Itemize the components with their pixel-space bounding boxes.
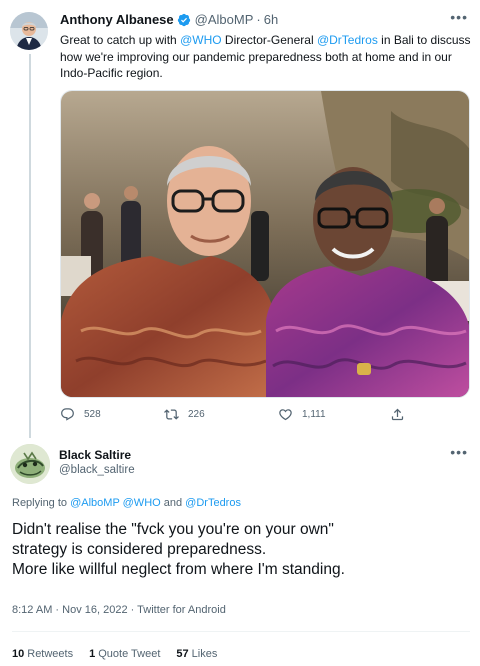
mention-link-drtedros[interactable]: @DrTedros bbox=[185, 497, 241, 509]
share-icon bbox=[391, 408, 404, 421]
author-name[interactable]: Anthony Albanese bbox=[60, 12, 174, 27]
tweet-metadata: 8:12 AM · Nov 16, 2022 · Twitter for And… bbox=[12, 604, 226, 616]
like-count: 1,111 bbox=[302, 409, 326, 420]
author-handle[interactable]: @black_saltire bbox=[59, 464, 135, 476]
tweet-timestamp[interactable]: 6h bbox=[264, 12, 278, 27]
replying-to-line: Replying to @AlboMP @WHO and @DrTedros bbox=[12, 497, 241, 509]
likes-stat[interactable]: 57 Likes bbox=[176, 648, 217, 660]
avatar[interactable] bbox=[10, 444, 50, 484]
tweet-source-link[interactable]: Twitter for Android bbox=[137, 604, 226, 616]
tweet-action-bar: 528 226 1,111 bbox=[60, 407, 410, 427]
avatar-drawing-icon bbox=[10, 444, 50, 484]
more-options-button[interactable]: ••• bbox=[450, 9, 468, 25]
quote-tweets-stat[interactable]: 1 Quote Tweet bbox=[89, 648, 160, 660]
tweet-text: Great to catch up with @WHO Director-Gen… bbox=[60, 32, 472, 82]
divider bbox=[12, 631, 470, 632]
avatar[interactable] bbox=[10, 12, 48, 50]
retweets-count: 10 bbox=[12, 648, 25, 660]
retweet-icon bbox=[164, 409, 179, 420]
like-button[interactable]: 1,111 bbox=[278, 407, 326, 422]
tweet-text-segment: Great to catch up with bbox=[60, 33, 181, 47]
mention-link-albomp[interactable]: @AlboMP bbox=[70, 497, 119, 509]
tweet-time[interactable]: 8:12 AM bbox=[12, 604, 52, 616]
more-options-button[interactable]: ••• bbox=[450, 444, 468, 460]
meta-separator: · bbox=[127, 604, 138, 616]
photo-two-men-selfie bbox=[61, 91, 469, 397]
quotes-label: Quote Tweet bbox=[98, 648, 161, 660]
replying-prefix: Replying to bbox=[12, 497, 71, 509]
likes-label: Likes bbox=[191, 648, 218, 660]
author-name[interactable]: Black Saltire bbox=[59, 448, 131, 462]
retweet-button[interactable]: 226 bbox=[164, 407, 205, 422]
tweet-photo[interactable] bbox=[60, 90, 470, 398]
quotes-count: 1 bbox=[89, 648, 96, 660]
reply-icon bbox=[61, 408, 74, 421]
tweet-text-line: Didn't realise the "fvck you you're on y… bbox=[12, 521, 334, 538]
tweet-text: Didn't realise the "fvck you you're on y… bbox=[12, 520, 472, 580]
tweet-date[interactable]: Nov 16, 2022 bbox=[62, 604, 127, 616]
focused-tweet: Black Saltire @black_saltire ••• Replyin… bbox=[0, 438, 480, 666]
reply-button[interactable]: 528 bbox=[60, 407, 101, 422]
retweets-stat[interactable]: 10 Retweets bbox=[12, 648, 73, 660]
heart-icon bbox=[279, 409, 292, 421]
likes-count: 57 bbox=[176, 648, 189, 660]
mention-link-drtedros[interactable]: @DrTedros bbox=[317, 33, 378, 47]
author-handle[interactable]: @AlboMP bbox=[195, 12, 254, 27]
engagement-stats: 10 Retweets 1 Quote Tweet 57 Likes bbox=[12, 648, 233, 660]
retweet-count: 226 bbox=[188, 409, 205, 420]
tweet-header: Anthony Albanese @AlboMP · 6h bbox=[60, 12, 278, 27]
retweets-label: Retweets bbox=[27, 648, 74, 660]
mention-link-who[interactable]: @WHO bbox=[180, 33, 222, 47]
reply-count: 528 bbox=[84, 409, 101, 420]
thread-connector-line bbox=[29, 54, 31, 438]
mention-link-who[interactable]: @WHO bbox=[123, 497, 161, 509]
meta-separator: · bbox=[52, 604, 63, 616]
parent-tweet[interactable]: Anthony Albanese @AlboMP · 6h ••• Great … bbox=[0, 0, 480, 438]
avatar-photo-icon bbox=[10, 12, 48, 50]
header-separator: · bbox=[256, 12, 261, 27]
replying-and: and bbox=[160, 497, 186, 509]
share-button[interactable] bbox=[390, 407, 414, 422]
tweet-text-line: More like willful neglect from where I'm… bbox=[12, 561, 345, 578]
tweet-text-line: strategy is considered preparedness. bbox=[12, 541, 267, 558]
verified-badge-icon bbox=[177, 13, 190, 26]
tweet-text-segment: Director-General bbox=[221, 33, 317, 47]
